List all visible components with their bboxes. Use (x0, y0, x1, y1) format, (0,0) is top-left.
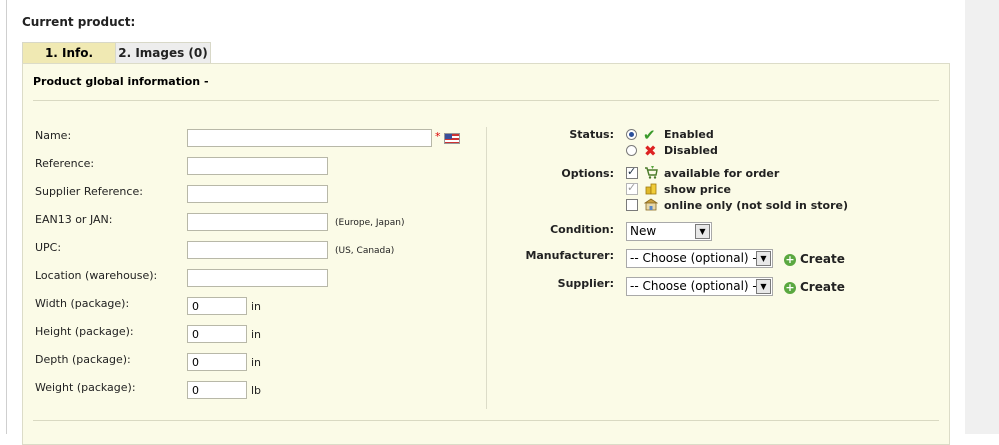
create-manufacturer-link[interactable]: Create (800, 252, 845, 266)
product-info-panel: Product global information - Name: * Ref… (22, 63, 950, 445)
condition-select[interactable]: New ▼ (626, 222, 712, 241)
supplier-select[interactable]: -- Choose (optional) -- ▼ (626, 277, 773, 296)
available-for-order-checkbox[interactable] (626, 165, 638, 179)
weight-input[interactable] (187, 381, 247, 399)
online-only-checkbox[interactable] (626, 199, 638, 211)
name-input[interactable] (187, 129, 432, 147)
options-label: Options: (561, 167, 614, 180)
available-for-order-label[interactable]: available for order (664, 167, 779, 180)
depth-label: Depth (package): (35, 353, 131, 366)
page-title: Current product: (22, 15, 136, 29)
cross-icon: ✖ (644, 142, 657, 160)
manufacturer-value: -- Choose (optional) -- (630, 251, 762, 265)
add-icon[interactable]: + (784, 254, 796, 266)
cart-icon (645, 166, 658, 179)
reference-input[interactable] (187, 157, 328, 175)
column-divider (486, 127, 487, 409)
supplier-reference-label: Supplier Reference: (35, 185, 143, 198)
tab-info[interactable]: 1. Info. (22, 42, 116, 64)
width-label: Width (package): (35, 297, 130, 310)
divider (33, 100, 939, 101)
condition-value: New (630, 224, 657, 238)
ean13-note: (Europe, Japan) (335, 218, 405, 228)
required-asterisk: * (435, 130, 441, 143)
online-only-label[interactable]: online only (not sold in store) (664, 199, 848, 212)
height-label: Height (package): (35, 325, 134, 338)
reference-label: Reference: (35, 157, 95, 170)
location-input[interactable] (187, 269, 328, 287)
show-price-checkbox[interactable] (626, 181, 638, 195)
supplier-value: -- Choose (optional) -- (630, 279, 762, 293)
panel-title: Product global information - (33, 75, 209, 88)
show-price-label[interactable]: show price (664, 183, 731, 196)
status-enabled-radio[interactable] (626, 129, 637, 140)
height-input[interactable] (187, 325, 247, 343)
status-label: Status: (569, 128, 614, 141)
store-icon (644, 198, 658, 211)
status-enabled-label[interactable]: Enabled (664, 128, 714, 141)
name-label: Name: (35, 129, 72, 142)
weight-unit: lb (251, 384, 262, 397)
manufacturer-select[interactable]: -- Choose (optional) -- ▼ (626, 249, 773, 268)
divider (33, 420, 939, 421)
supplier-label: Supplier: (557, 277, 614, 290)
chevron-down-icon: ▼ (756, 279, 771, 294)
us-flag-icon[interactable] (444, 133, 460, 144)
upc-note: (US, Canada) (335, 246, 395, 256)
height-unit: in (251, 328, 262, 341)
weight-label: Weight (package): (35, 381, 136, 394)
supplier-reference-input[interactable] (187, 185, 328, 203)
status-disabled-label[interactable]: Disabled (664, 144, 718, 157)
location-label: Location (warehouse): (35, 269, 158, 282)
price-icon (645, 183, 657, 195)
upc-label: UPC: (35, 241, 62, 254)
condition-label: Condition: (550, 223, 614, 236)
chevron-down-icon: ▼ (756, 251, 771, 266)
ean13-label: EAN13 or JAN: (35, 213, 113, 226)
depth-unit: in (251, 356, 262, 369)
ean13-input[interactable] (187, 213, 328, 231)
add-icon[interactable]: + (784, 282, 796, 294)
depth-input[interactable] (187, 353, 247, 371)
checkmark-icon: ✔ (643, 126, 656, 144)
right-gutter (965, 0, 999, 434)
manufacturer-label: Manufacturer: (525, 249, 614, 262)
status-disabled-radio[interactable] (626, 145, 637, 156)
upc-input[interactable] (187, 241, 328, 259)
width-unit: in (251, 300, 262, 313)
create-supplier-link[interactable]: Create (800, 280, 845, 294)
tab-images[interactable]: 2. Images (0) (115, 42, 211, 64)
width-input[interactable] (187, 297, 247, 315)
chevron-down-icon: ▼ (695, 224, 710, 239)
